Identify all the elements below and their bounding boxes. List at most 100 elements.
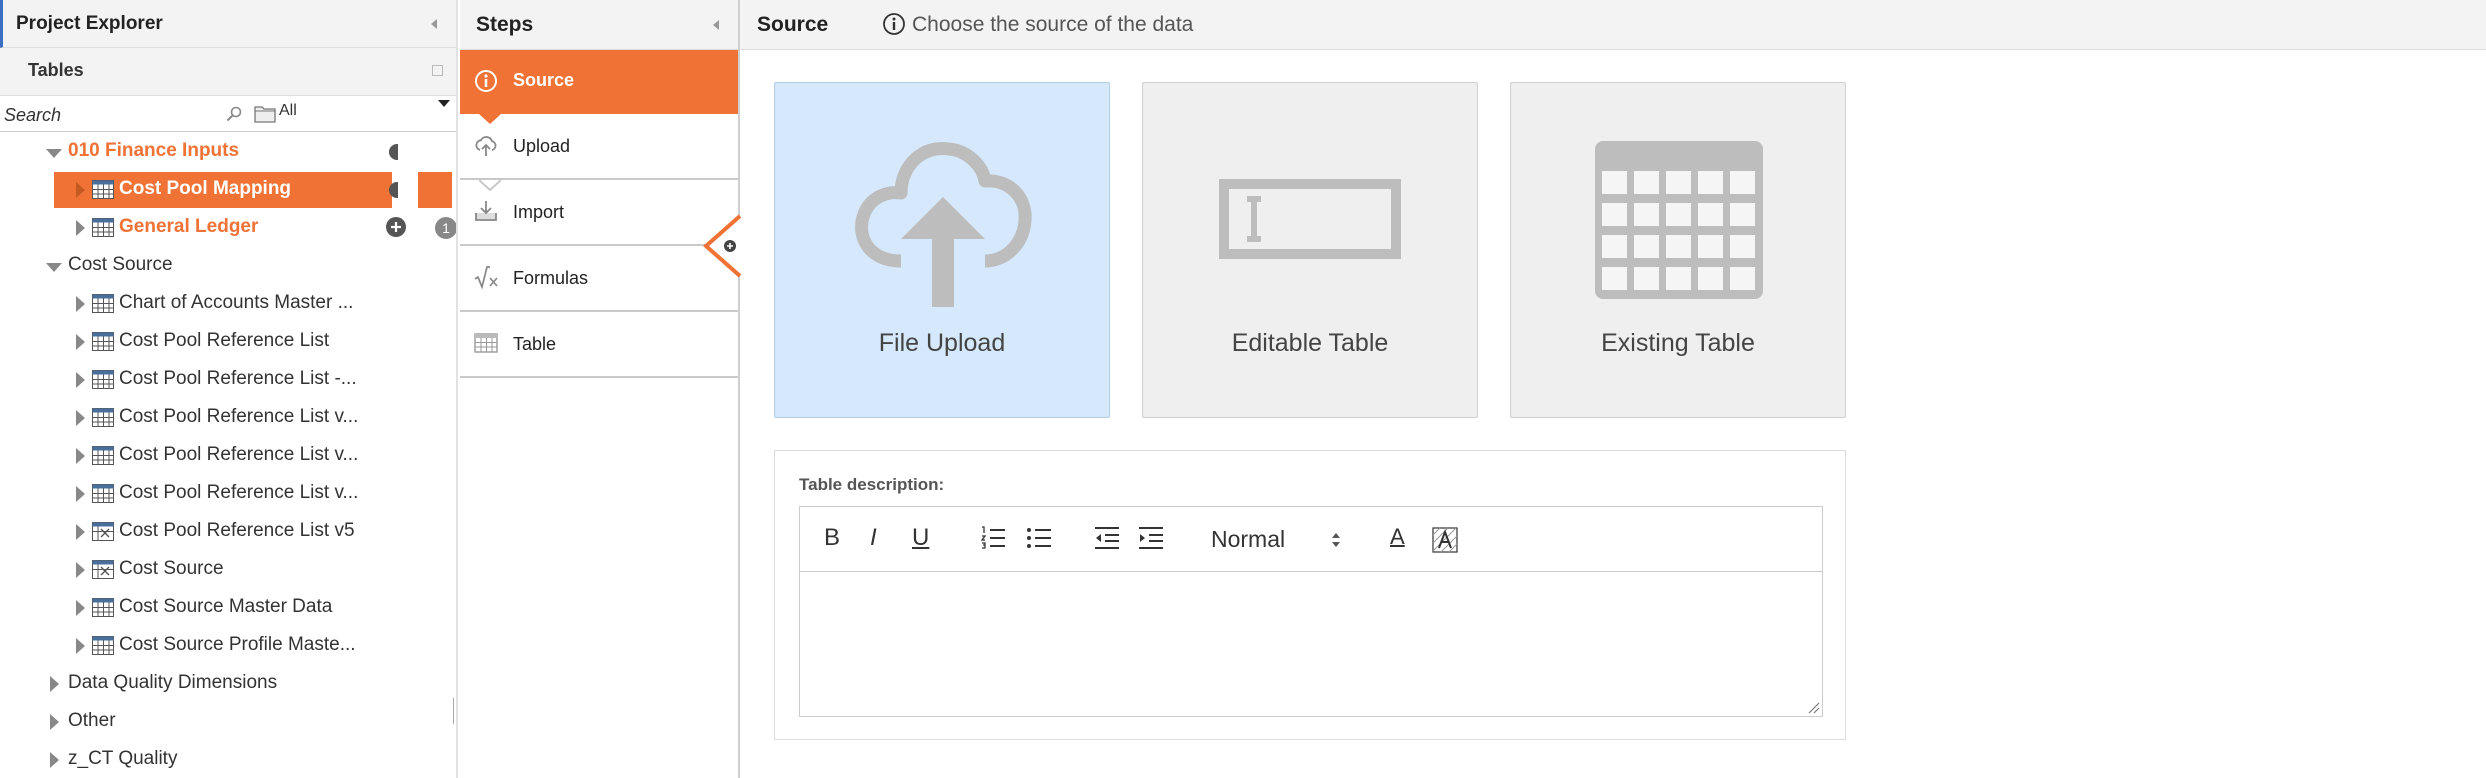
- collapsed-caret-icon[interactable]: [50, 676, 59, 692]
- cloud-upload-icon: [855, 142, 1032, 307]
- bold-button[interactable]: B: [824, 524, 840, 552]
- tree-item[interactable]: Cost Pool Reference List v5: [0, 514, 456, 550]
- step-source[interactable]: Source: [460, 50, 738, 114]
- tree-item[interactable]: Cost Pool Reference List: [0, 324, 456, 360]
- bullet-list-icon[interactable]: [1026, 525, 1052, 551]
- tree-group-label: Other: [68, 710, 116, 731]
- step-formulas[interactable]: Formulas: [460, 246, 738, 312]
- tree-group-z-ct-quality[interactable]: z_CT Quality: [0, 742, 456, 778]
- pin-icon[interactable]: [432, 65, 443, 76]
- select-arrows-icon[interactable]: [1330, 529, 1342, 551]
- node-action-icon[interactable]: [386, 142, 398, 162]
- tree-item[interactable]: Chart of Accounts Master ...: [0, 286, 456, 322]
- explorer-divider: [456, 0, 458, 778]
- tables-section-title: Tables: [28, 60, 84, 80]
- collapsed-caret-icon[interactable]: [76, 182, 85, 198]
- collapsed-caret-icon[interactable]: [50, 752, 59, 768]
- tree-group-data-quality-dimensions[interactable]: Data Quality Dimensions: [0, 666, 456, 702]
- resize-handle-icon[interactable]: [1808, 702, 1820, 714]
- step-upload[interactable]: Upload: [460, 114, 738, 180]
- file-upload-card[interactable]: File Upload: [774, 82, 1110, 418]
- tree-item[interactable]: Cost Source: [0, 552, 456, 588]
- tree-item-label: Cost Pool Reference List: [119, 330, 330, 351]
- steps-title: Steps: [476, 13, 534, 36]
- collapsed-caret-icon[interactable]: [76, 334, 85, 350]
- step-table[interactable]: Table: [460, 312, 738, 378]
- tree-item[interactable]: Cost Pool Reference List v...: [0, 476, 456, 512]
- steps-expander-icon[interactable]: [700, 214, 742, 278]
- text-format-select[interactable]: Normal: [1211, 526, 1285, 553]
- collapsed-caret-icon[interactable]: [76, 372, 85, 388]
- tree-group-label: Cost Source: [68, 254, 173, 275]
- collapsed-caret-icon[interactable]: [76, 296, 85, 312]
- card-label: File Upload: [878, 329, 1006, 357]
- description-editor[interactable]: [799, 572, 1823, 717]
- add-icon[interactable]: [385, 216, 407, 238]
- tree-item-label: Cost Pool Reference List -...: [119, 368, 357, 389]
- ordered-list-icon[interactable]: [980, 525, 1006, 551]
- tree-item[interactable]: Cost Pool Reference List v...: [0, 438, 456, 474]
- step-pointer: [479, 180, 501, 191]
- filter-dropdown-arrow-icon[interactable]: [438, 100, 450, 107]
- tree-item[interactable]: Cost Source Profile Maste...: [0, 628, 456, 664]
- formula-icon: [474, 266, 498, 290]
- search-icon[interactable]: [226, 106, 242, 122]
- collapsed-caret-icon[interactable]: [76, 448, 85, 464]
- collapse-steps-icon[interactable]: [713, 20, 719, 30]
- collapse-explorer-icon[interactable]: [431, 19, 437, 29]
- main-header: Source Choose the source of the data: [740, 0, 2486, 50]
- existing-table-card[interactable]: Existing Table: [1510, 82, 1846, 418]
- tree-item[interactable]: Cost Source Master Data: [0, 590, 456, 626]
- tree-item-label: Cost Source Master Data: [119, 596, 333, 617]
- tree-item-label: Cost Pool Mapping: [119, 178, 292, 199]
- table-icon: [474, 333, 498, 353]
- outdent-icon[interactable]: [1094, 525, 1120, 551]
- collapsed-caret-icon[interactable]: [76, 486, 85, 502]
- tree-group-label: 010 Finance Inputs: [68, 140, 240, 161]
- tree-group-cost-source[interactable]: Cost Source: [0, 248, 456, 284]
- tree-item-general-ledger[interactable]: General Ledger 1: [0, 210, 456, 246]
- text-color-button[interactable]: A: [1390, 524, 1405, 550]
- collapsed-caret-icon[interactable]: [76, 638, 85, 654]
- table-icon: [92, 446, 114, 465]
- italic-button[interactable]: I: [870, 524, 877, 552]
- tree-item-label: Cost Source: [119, 558, 224, 579]
- tree-item-label: Cost Source Profile Maste...: [119, 634, 356, 655]
- tree-item-label: General Ledger: [119, 216, 259, 237]
- derived-table-icon: [92, 560, 114, 579]
- step-import[interactable]: Import: [460, 180, 738, 246]
- info-icon: [883, 13, 905, 35]
- folder-icon[interactable]: [254, 103, 276, 123]
- count-badge: 1: [435, 217, 456, 239]
- underline-button[interactable]: U: [912, 524, 929, 552]
- tree-item-label: Cost Pool Reference List v...: [119, 406, 359, 427]
- collapsed-caret-icon[interactable]: [76, 562, 85, 578]
- table-icon: [92, 370, 114, 389]
- collapsed-caret-icon[interactable]: [50, 714, 59, 730]
- tree-item-label: Cost Pool Reference List v...: [119, 482, 359, 503]
- expanded-caret-icon[interactable]: [46, 149, 62, 158]
- collapsed-caret-icon[interactable]: [76, 220, 85, 236]
- collapsed-caret-icon[interactable]: [76, 600, 85, 616]
- collapsed-caret-icon[interactable]: [76, 410, 85, 426]
- card-label: Editable Table: [1231, 329, 1389, 357]
- expanded-caret-icon[interactable]: [46, 263, 62, 272]
- step-label: Table: [513, 334, 557, 354]
- text-field-icon: [1219, 179, 1401, 259]
- project-explorer-header: Project Explorer: [0, 0, 456, 48]
- search-input[interactable]: [2, 101, 231, 129]
- editable-table-card[interactable]: Editable Table: [1142, 82, 1478, 418]
- table-description-panel: Table description: B I U Normal A: [774, 450, 1846, 740]
- tree-item-label: Cost Pool Reference List v5: [119, 520, 355, 541]
- tree-group-finance-inputs[interactable]: 010 Finance Inputs: [0, 134, 456, 170]
- filter-select-value[interactable]: All: [279, 102, 297, 120]
- tree-item[interactable]: Cost Pool Reference List v...: [0, 400, 456, 436]
- node-action-icon[interactable]: [386, 180, 398, 200]
- tree-item[interactable]: Cost Pool Reference List -...: [0, 362, 456, 398]
- background-color-icon[interactable]: [1432, 527, 1458, 553]
- collapsed-caret-icon[interactable]: [76, 524, 85, 540]
- tree-item-cost-pool-mapping[interactable]: Cost Pool Mapping: [0, 172, 456, 208]
- table-icon: [92, 636, 114, 655]
- indent-icon[interactable]: [1138, 525, 1164, 551]
- tree-group-other[interactable]: Other: [0, 704, 456, 740]
